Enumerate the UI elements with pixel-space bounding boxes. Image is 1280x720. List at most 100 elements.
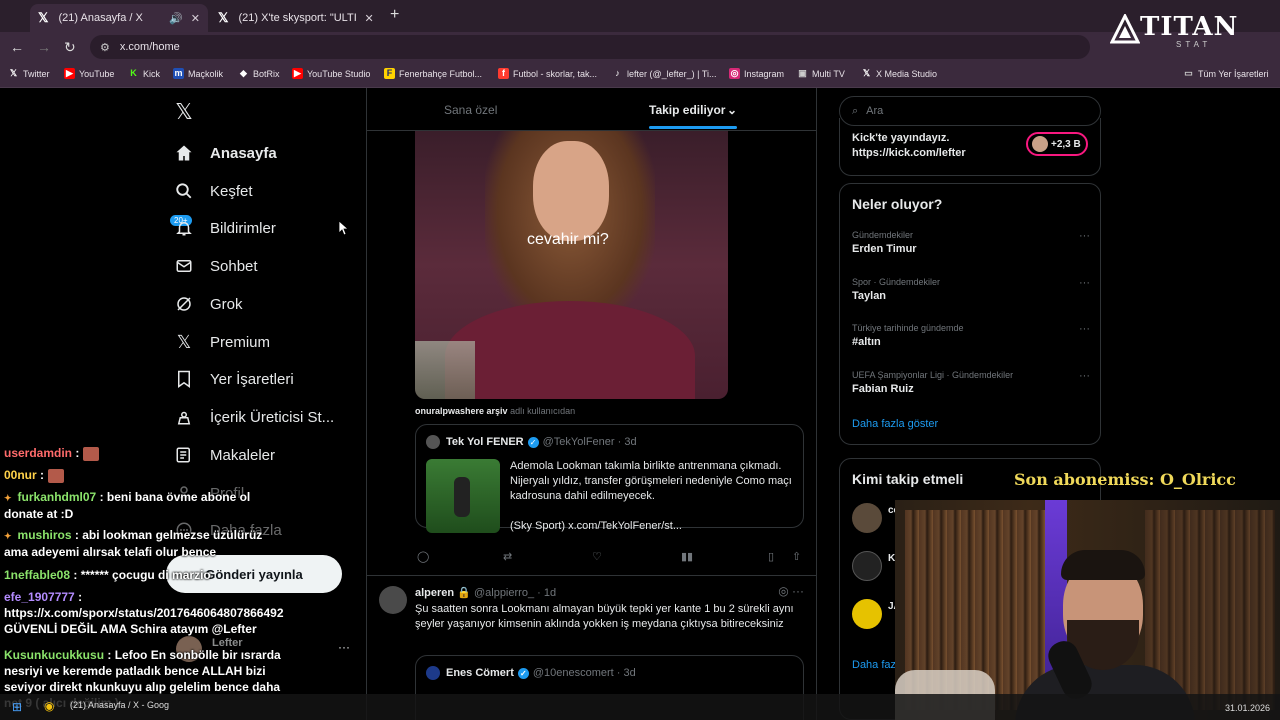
nav-home[interactable]: Anasayfa (174, 139, 277, 167)
last-subscriber-label: Son abonemiss: O_Olricc (1014, 470, 1236, 489)
chrome-icon[interactable]: ◉ (44, 699, 54, 713)
speaker-icon[interactable]: 🔊 (169, 12, 183, 25)
author-name[interactable]: Tek Yol FENER (446, 436, 524, 448)
bookmark-tiktok[interactable]: ♪ lefter (@_lefter_) | Ti... (612, 68, 716, 79)
avatar[interactable] (852, 551, 882, 581)
x-logo-icon: 𝕏 (38, 10, 49, 25)
x-logo-icon: 𝕏 (175, 99, 193, 124)
chevron-down-icon[interactable]: ⌄ (727, 103, 737, 117)
follower-count: +2,3 B (1051, 138, 1081, 150)
close-tab-icon[interactable]: ✕ (191, 12, 200, 25)
nav-label: Yer İşaretleri (210, 370, 294, 388)
bookmark-flashscore[interactable]: f Futbol - skorlar, tak... (498, 68, 597, 79)
lock-icon: 🔒 (457, 587, 471, 599)
screen: 𝕏 (21) Anasayfa / X 🔊 ✕ 𝕏 (21) X'te skys… (0, 0, 1280, 720)
trend-item[interactable]: Türkiye tarihinde gündemde #altın ··· (852, 323, 1090, 348)
author-name[interactable]: alperen (415, 587, 454, 599)
trend-item[interactable]: Spor · Gündemdekiler Taylan ··· (852, 277, 1090, 302)
url-bar[interactable]: ⚙ x.com/home (90, 35, 1090, 59)
avatar[interactable] (379, 586, 407, 614)
account-menu-icon[interactable]: ··· (338, 640, 350, 654)
more-icon[interactable]: ··· (1079, 230, 1090, 242)
share-icon[interactable]: ⇧ (792, 550, 801, 563)
follower-count-pill[interactable]: +2,3 B (1026, 132, 1088, 156)
youtube-studio-icon: ▶ (292, 68, 303, 79)
browser-tab[interactable]: 𝕏 (21) X'te skysport: "ULTIM'ORA ✕ (210, 4, 385, 32)
avatar[interactable] (852, 503, 882, 533)
views-icon[interactable]: ▮▮ (681, 550, 693, 563)
browser-tab-active[interactable]: 𝕏 (21) Anasayfa / X 🔊 ✕ (30, 4, 208, 32)
bookmark-botrix[interactable]: ◆ BotRix (238, 68, 279, 79)
media-source: onuralpwashere arşiv adlı kullanıcıdan (415, 406, 575, 416)
bookmark-label: Kick (143, 68, 161, 79)
bookmark-instagram[interactable]: ◎ Instagram (729, 68, 784, 79)
nav-messages[interactable]: Sohbet (174, 252, 258, 280)
nav-label: Keşfet (210, 182, 253, 200)
bookmark-fenerbahce[interactable]: F Fenerbahçe Futbol... (384, 68, 482, 79)
nav-bookmarks[interactable]: Yer İşaretleri (174, 365, 294, 393)
all-bookmarks[interactable]: ▭ Tüm Yer İşaretleri (1183, 68, 1268, 79)
bookmark-mackolik[interactable]: m Maçkolik (173, 68, 223, 79)
repost-icon[interactable]: ⇄ (503, 550, 512, 563)
sub-badge-icon: ✦ (4, 531, 12, 541)
back-icon[interactable]: ← (10, 39, 24, 55)
kick-line: Kick'te yayındayız. (852, 132, 950, 144)
windows-icon[interactable]: ⊞ (12, 700, 22, 714)
reply-icon[interactable]: ◯ (417, 550, 429, 563)
nav-creator-studio[interactable]: İçerik Üreticisi St... (174, 403, 334, 431)
titan-logo: TITAN STAT (1110, 12, 1250, 52)
trend-item[interactable]: Gündemdekiler Erden Timur ··· (852, 230, 1090, 255)
bookmark-twitter[interactable]: 𝕏 Twitter (8, 68, 50, 79)
site-info-icon[interactable]: ⚙ (100, 41, 110, 54)
show-more-link[interactable]: Daha faz (852, 659, 896, 671)
x-home-logo[interactable]: 𝕏 (174, 98, 210, 126)
taskbar-window[interactable]: (21) Anasayfa / X - Goog (70, 700, 169, 710)
nav-notifications[interactable]: Bildirimler (174, 214, 276, 242)
more-icon[interactable]: ··· (1079, 277, 1090, 289)
bell-icon (174, 218, 194, 238)
more-icon[interactable]: ··· (1079, 323, 1090, 335)
bookmark-kick[interactable]: K Kick (128, 68, 160, 79)
source-user[interactable]: onuralpwashere arşiv (415, 406, 508, 416)
bookmark-icon[interactable]: ▯ (768, 550, 774, 563)
more-icon[interactable]: ··· (1079, 370, 1090, 382)
quoted-post[interactable]: Tek Yol FENER ✓ @TekYolFener · 3d Ademol… (415, 424, 804, 533)
avatar[interactable] (852, 599, 882, 629)
more-icon[interactable]: ◎ ··· (778, 584, 804, 598)
chat-message: ✦ mushiros : abi lookman gelmezse üzülürü… (4, 527, 286, 560)
tab-following[interactable]: Takip ediliyor (649, 103, 725, 117)
like-icon[interactable]: ♡ (592, 550, 602, 563)
nav-explore[interactable]: Keşfet (174, 177, 253, 205)
bookmark-youtube[interactable]: ▶ YouTube (64, 68, 114, 79)
kick-card[interactable]: Kick'te yayındayız. https://kick.com/lef… (839, 118, 1101, 176)
bookmark-youtube-studio[interactable]: ▶ YouTube Studio (292, 68, 370, 79)
new-tab-button[interactable]: + (390, 6, 399, 24)
flashscore-icon: f (498, 68, 509, 79)
nav-premium[interactable]: 𝕏 Premium (174, 328, 270, 356)
avatar[interactable] (426, 666, 440, 680)
author-name[interactable]: Enes Cömert (446, 667, 514, 679)
search-icon: ⌕ (852, 104, 859, 117)
chat-message: userdamdin : (4, 445, 286, 461)
tab-for-you[interactable]: Sana özel (444, 103, 497, 117)
quoted-link[interactable]: (Sky Sport) x.com/TekYolFener/st... (510, 519, 800, 534)
card-title: Neler oluyor? (852, 196, 943, 212)
post-media-video[interactable]: cevahir mi? (415, 131, 728, 399)
show-more-link[interactable]: Daha fazla göster (852, 418, 938, 430)
bookmark-label: Twitter (23, 68, 50, 79)
bookmark-multitv[interactable]: ▣ Multi TV (797, 68, 845, 79)
nav-label: Sohbet (210, 257, 258, 275)
forward-icon[interactable]: → (37, 39, 51, 55)
avatar[interactable] (426, 435, 440, 449)
youtube-icon: ▶ (64, 68, 75, 79)
nav-label: İçerik Üreticisi St... (210, 408, 335, 426)
trend-item[interactable]: UEFA Şampiyonlar Ligi · Gündemdekiler Fa… (852, 370, 1090, 395)
reload-icon[interactable]: ↻ (64, 39, 76, 56)
bookmark-x-media-studio[interactable]: 𝕏 X Media Studio (861, 68, 937, 79)
chat-message: 00nur : (4, 467, 286, 483)
nav-grok[interactable]: Grok (174, 290, 243, 318)
quoted-image[interactable] (426, 459, 500, 533)
close-tab-icon[interactable]: ✕ (364, 12, 373, 25)
kick-link[interactable]: https://kick.com/lefter (852, 146, 966, 161)
bookmark-icon (174, 369, 194, 389)
